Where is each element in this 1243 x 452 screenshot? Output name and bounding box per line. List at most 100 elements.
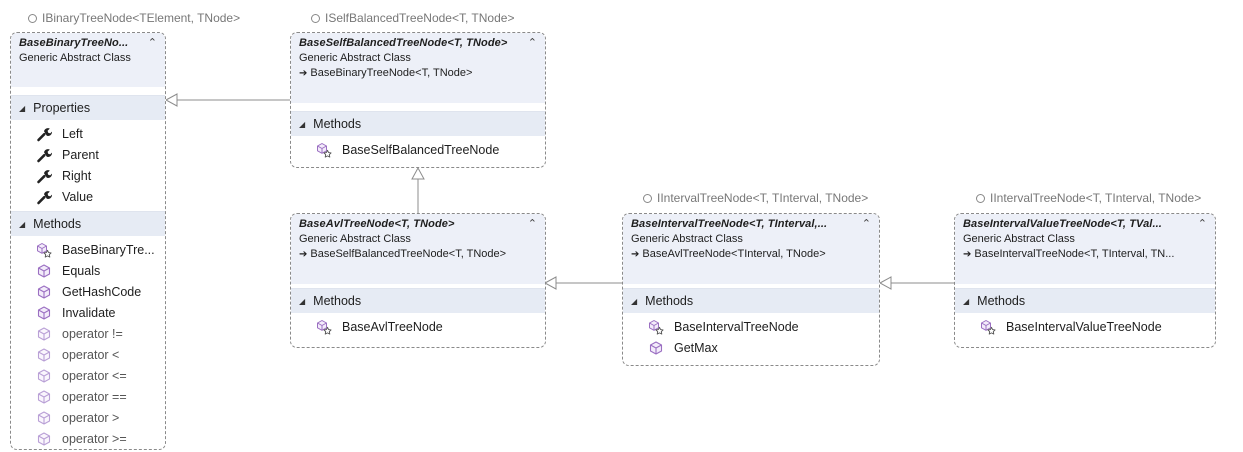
member-property[interactable]: Parent xyxy=(11,144,165,165)
member-name: Value xyxy=(62,189,94,204)
member-name: operator >= xyxy=(62,431,127,446)
section-label: Methods xyxy=(313,117,362,131)
member-method[interactable]: GetHashCode xyxy=(11,281,165,302)
class-kind: Generic Abstract Class xyxy=(299,233,411,245)
member-name: Parent xyxy=(62,147,99,162)
member-name: Left xyxy=(62,126,83,141)
class-header: BaseBinaryTreeNo... Generic Abstract Cla… xyxy=(11,33,165,87)
class-kind: Generic Abstract Class xyxy=(963,233,1075,245)
interface-lollipop-icon xyxy=(311,13,320,23)
class-box-baseintervalvaluetreenode[interactable]: BaseIntervalValueTreeNode<T, TVal... Gen… xyxy=(954,213,1216,348)
class-box-baseavltreenode[interactable]: BaseAvlTreeNode<T, TNode> Generic Abstra… xyxy=(290,213,546,348)
section-toggle-icon[interactable]: ◢ xyxy=(631,297,637,306)
constructor-icon xyxy=(648,319,664,335)
member-method[interactable]: operator <= xyxy=(11,365,165,386)
class-kind: Generic Abstract Class xyxy=(19,52,131,64)
member-method[interactable]: GetMax xyxy=(623,337,879,358)
member-name: BaseSelfBalancedTreeNode xyxy=(342,142,500,157)
member-method[interactable]: Equals xyxy=(11,260,165,281)
inherit-arrow-icon: ➔ xyxy=(299,249,308,260)
section-toggle-icon[interactable]: ◢ xyxy=(299,297,305,306)
member-name: GetHashCode xyxy=(62,284,142,299)
member-method[interactable]: operator == xyxy=(11,386,165,407)
member-method[interactable]: operator != xyxy=(11,323,165,344)
wrench-icon xyxy=(36,126,53,142)
member-property[interactable]: Left xyxy=(11,123,165,144)
member-method[interactable]: operator < xyxy=(11,344,165,365)
member-method[interactable]: BaseIntervalTreeNode xyxy=(623,316,879,337)
class-box-baseselfbalancedtreenode[interactable]: BaseSelfBalancedTreeNode<T, TNode> Gener… xyxy=(290,32,546,168)
member-method[interactable]: BaseSelfBalancedTreeNode xyxy=(291,139,545,160)
inherit-arrowhead xyxy=(543,276,557,290)
methods-list: BaseAvlTreeNode xyxy=(291,313,545,341)
class-title: BaseAvlTreeNode<T, TNode> xyxy=(299,218,455,230)
member-name: operator <= xyxy=(62,368,127,383)
interface-iselfbalancedtreenode: ISelfBalancedTreeNode<T, TNode> xyxy=(311,9,514,27)
section-header-properties[interactable]: ◢ Properties xyxy=(11,95,165,120)
section-header-methods[interactable]: ◢ Methods xyxy=(291,111,545,136)
method-icon xyxy=(36,347,52,363)
class-kind: Generic Abstract Class xyxy=(299,52,411,64)
member-property[interactable]: Value xyxy=(11,186,165,207)
method-icon xyxy=(36,431,52,447)
inherit-arrowhead xyxy=(164,93,178,107)
collapse-icon[interactable]: ⌃ xyxy=(862,217,871,231)
base-class-name: BaseSelfBalancedTreeNode<T, TNode> xyxy=(310,248,507,260)
section-toggle-icon[interactable]: ◢ xyxy=(299,120,305,129)
wrench-icon xyxy=(36,147,53,163)
interface-label: IBinaryTreeNode<TElement, TNode> xyxy=(42,11,241,25)
member-property[interactable]: Right xyxy=(11,165,165,186)
method-icon xyxy=(36,326,52,342)
member-name: Right xyxy=(62,168,92,183)
section-header-methods[interactable]: ◢ Methods xyxy=(955,288,1215,313)
method-icon xyxy=(36,263,52,279)
interface-iintervaltreenode-value: IIntervalTreeNode<T, TInterval, TNode> xyxy=(976,189,1201,207)
interface-iintervaltreenode: IIntervalTreeNode<T, TInterval, TNode> xyxy=(643,189,868,207)
member-method[interactable]: BaseIntervalValueTreeNode xyxy=(955,316,1215,337)
base-class-label: ➔ BaseAvlTreeNode<TInterval, TNode> xyxy=(631,248,871,260)
section-header-methods[interactable]: ◢ Methods xyxy=(291,288,545,313)
section-toggle-icon[interactable]: ◢ xyxy=(19,104,25,113)
section-header-methods[interactable]: ◢ Methods xyxy=(11,211,165,236)
class-box-baseintervaltreenode[interactable]: BaseIntervalTreeNode<T, TInterval,... Ge… xyxy=(622,213,880,366)
member-name: BaseBinaryTre... xyxy=(62,242,155,257)
collapse-icon[interactable]: ⌃ xyxy=(148,36,157,50)
member-method[interactable]: BaseBinaryTre... xyxy=(11,239,165,260)
member-name: operator != xyxy=(62,326,123,341)
base-class-name: BaseBinaryTreeNode<T, TNode> xyxy=(310,67,473,79)
constructor-icon xyxy=(316,142,332,158)
properties-list: Left Parent Right Value xyxy=(11,120,165,211)
member-name: BaseIntervalValueTreeNode xyxy=(1006,319,1162,334)
collapse-icon[interactable]: ⌃ xyxy=(1198,217,1207,231)
base-class-name: BaseIntervalTreeNode<T, TInterval, TN... xyxy=(974,248,1175,260)
class-box-basebinarytreenode[interactable]: BaseBinaryTreeNo... Generic Abstract Cla… xyxy=(10,32,166,450)
class-title: BaseIntervalValueTreeNode<T, TVal... xyxy=(963,218,1162,230)
collapse-icon[interactable]: ⌃ xyxy=(528,217,537,231)
member-method[interactable]: BaseAvlTreeNode xyxy=(291,316,545,337)
section-toggle-icon[interactable]: ◢ xyxy=(963,297,969,306)
section-label: Methods xyxy=(313,294,362,308)
interface-lollipop-icon xyxy=(976,193,985,203)
method-icon xyxy=(36,389,52,405)
methods-list: BaseSelfBalancedTreeNode xyxy=(291,136,545,164)
interface-ibinarytreenode: IBinaryTreeNode<TElement, TNode> xyxy=(28,9,240,27)
wrench-icon xyxy=(36,168,53,184)
method-icon xyxy=(36,284,52,300)
constructor-icon xyxy=(316,319,332,335)
class-header: BaseSelfBalancedTreeNode<T, TNode> Gener… xyxy=(291,33,545,103)
member-method[interactable]: operator > xyxy=(11,407,165,428)
interface-label: IIntervalTreeNode<T, TInterval, TNode> xyxy=(657,191,869,205)
member-method[interactable]: Invalidate xyxy=(11,302,165,323)
member-method[interactable]: operator >= xyxy=(11,428,165,449)
class-title: BaseBinaryTreeNo... xyxy=(19,37,129,49)
section-toggle-icon[interactable]: ◢ xyxy=(19,220,25,229)
inherit-arrow-icon: ➔ xyxy=(963,249,972,260)
class-kind: Generic Abstract Class xyxy=(631,233,743,245)
methods-list: BaseIntervalTreeNode GetMax xyxy=(623,313,879,362)
base-class-name: BaseAvlTreeNode<TInterval, TNode> xyxy=(642,248,826,260)
section-header-methods[interactable]: ◢ Methods xyxy=(623,288,879,313)
section-label: Methods xyxy=(33,217,82,231)
collapse-icon[interactable]: ⌃ xyxy=(528,36,537,50)
inherit-arrow-icon: ➔ xyxy=(631,249,640,260)
class-title: BaseSelfBalancedTreeNode<T, TNode> xyxy=(299,37,508,49)
